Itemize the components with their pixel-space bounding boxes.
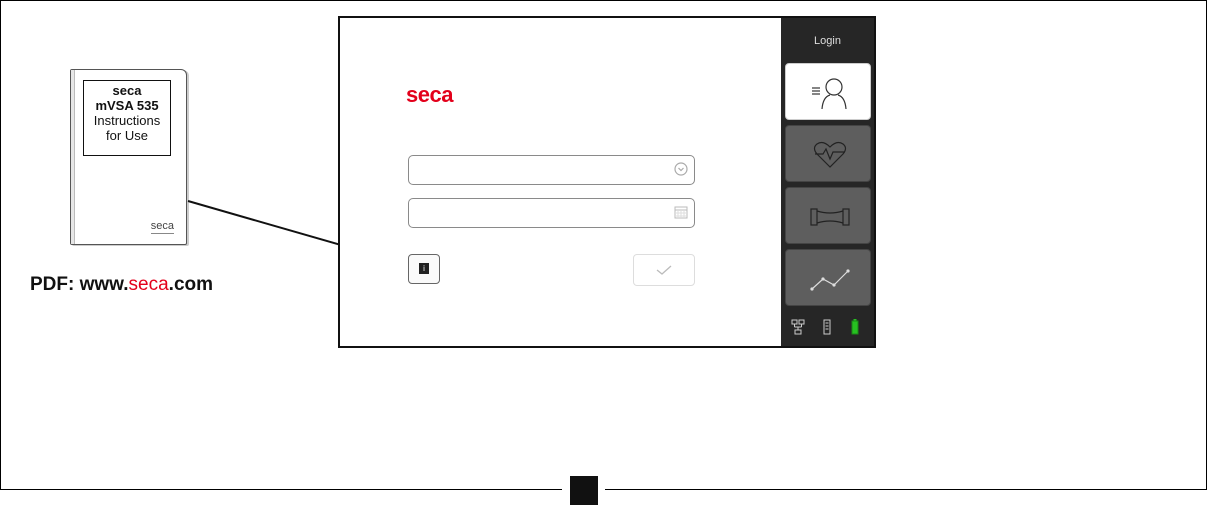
thermometer-icon bbox=[823, 319, 831, 340]
nav-measurement[interactable] bbox=[785, 187, 871, 244]
clock-icon bbox=[674, 162, 688, 179]
heart-icon bbox=[813, 141, 847, 168]
length-icon bbox=[810, 208, 850, 226]
screen-brand-logo: seca bbox=[406, 82, 453, 107]
device-screen: seca i Login bbox=[338, 16, 876, 348]
check-icon bbox=[656, 265, 672, 275]
trend-icon bbox=[810, 269, 850, 291]
login-button[interactable]: Login bbox=[781, 35, 874, 47]
patient-list-icon bbox=[812, 78, 847, 110]
nav-patient[interactable] bbox=[785, 63, 871, 120]
network-icon bbox=[791, 319, 805, 340]
info-book-icon: i bbox=[419, 263, 429, 274]
sidebar: Login bbox=[781, 18, 874, 346]
confirm-button[interactable] bbox=[633, 254, 695, 286]
battery-icon bbox=[851, 319, 859, 340]
patient-search-field[interactable] bbox=[408, 155, 695, 185]
nav-vitals[interactable] bbox=[785, 125, 871, 182]
info-button[interactable]: i bbox=[408, 254, 440, 284]
nav-trend[interactable] bbox=[785, 249, 871, 306]
calendar-icon bbox=[674, 205, 688, 222]
date-of-birth-field[interactable] bbox=[408, 198, 695, 228]
